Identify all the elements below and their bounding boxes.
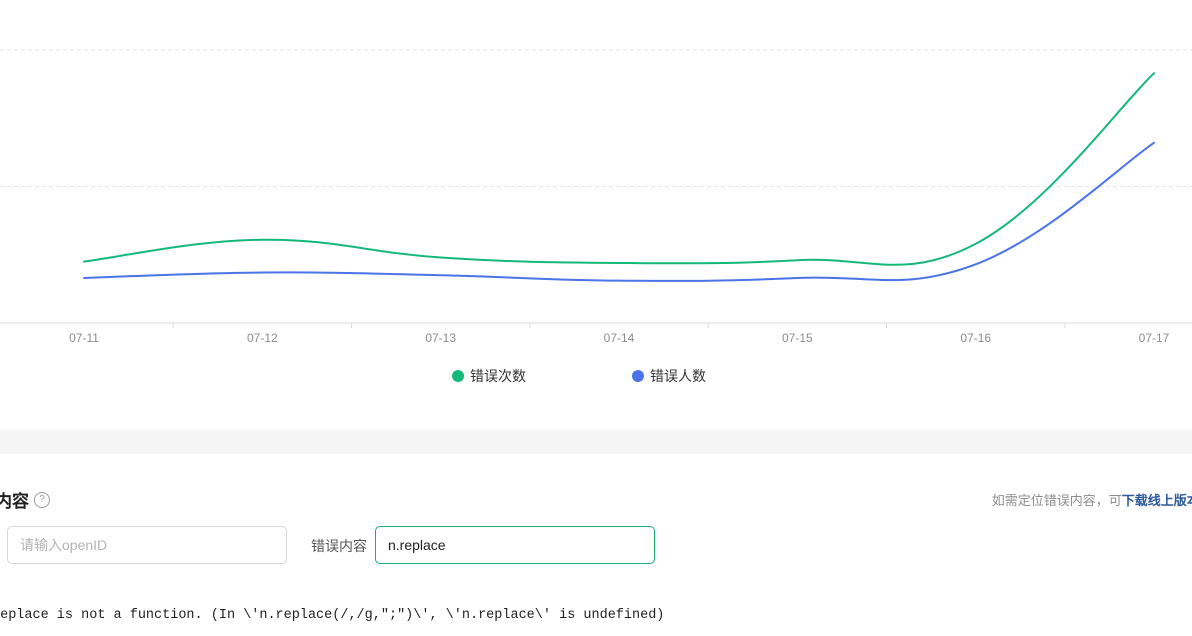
section-title-text: 内容 [0,492,29,511]
legend-item-error-users[interactable]: 错误人数 [632,366,706,386]
error-message[interactable]: replace is not a function. (In \'n.repla… [0,608,664,623]
x-tick-label: 07-11 [69,331,99,345]
x-tick-label: 07-14 [604,331,635,345]
legend-dot-error-count [452,370,464,382]
section-divider [0,430,1192,454]
error-content-section: 内容 ? 如需定位错误内容，可下载线上版本 S 错误内容 replace is … [0,454,1192,636]
x-tick-label: 07-17 [1139,331,1170,345]
line-chart: 07-11 07-12 07-13 07-14 07-15 07-16 07-17 [0,49,1192,345]
question-icon[interactable]: ? [34,491,50,508]
x-tick-label: 07-15 [782,331,813,345]
download-hint: 如需定位错误内容，可下载线上版本 S [992,490,1192,509]
error-content-input[interactable] [375,526,655,564]
series-line-1 [83,141,1155,282]
download-online-version-link[interactable]: 下载线上版本 S [1122,493,1192,508]
series-line-0 [83,72,1155,266]
error-trend-chart: 07-11 07-12 07-13 07-14 07-15 07-16 07-17 错误次数… [0,0,1192,430]
error-content-label: 错误内容 [311,538,367,554]
legend-dot-error-users [632,370,644,382]
legend-item-error-count[interactable]: 错误次数 [452,366,526,386]
legend-label-error-count: 错误次数 [470,368,526,384]
page: 07-11 07-12 07-13 07-14 07-15 07-16 07-17 错误次数… [0,0,1192,636]
hint-text: 如需定位错误内容，可 [991,493,1122,508]
x-tick-label: 07-16 [960,331,991,345]
legend-label-error-users: 错误人数 [650,368,706,384]
section-title: 内容 ? [0,487,50,512]
x-tick-label: 07-12 [247,331,278,345]
x-tick-label: 07-13 [425,331,456,345]
openid-input[interactable] [7,526,287,564]
chart-legend: 错误次数 错误人数 [0,366,1192,386]
